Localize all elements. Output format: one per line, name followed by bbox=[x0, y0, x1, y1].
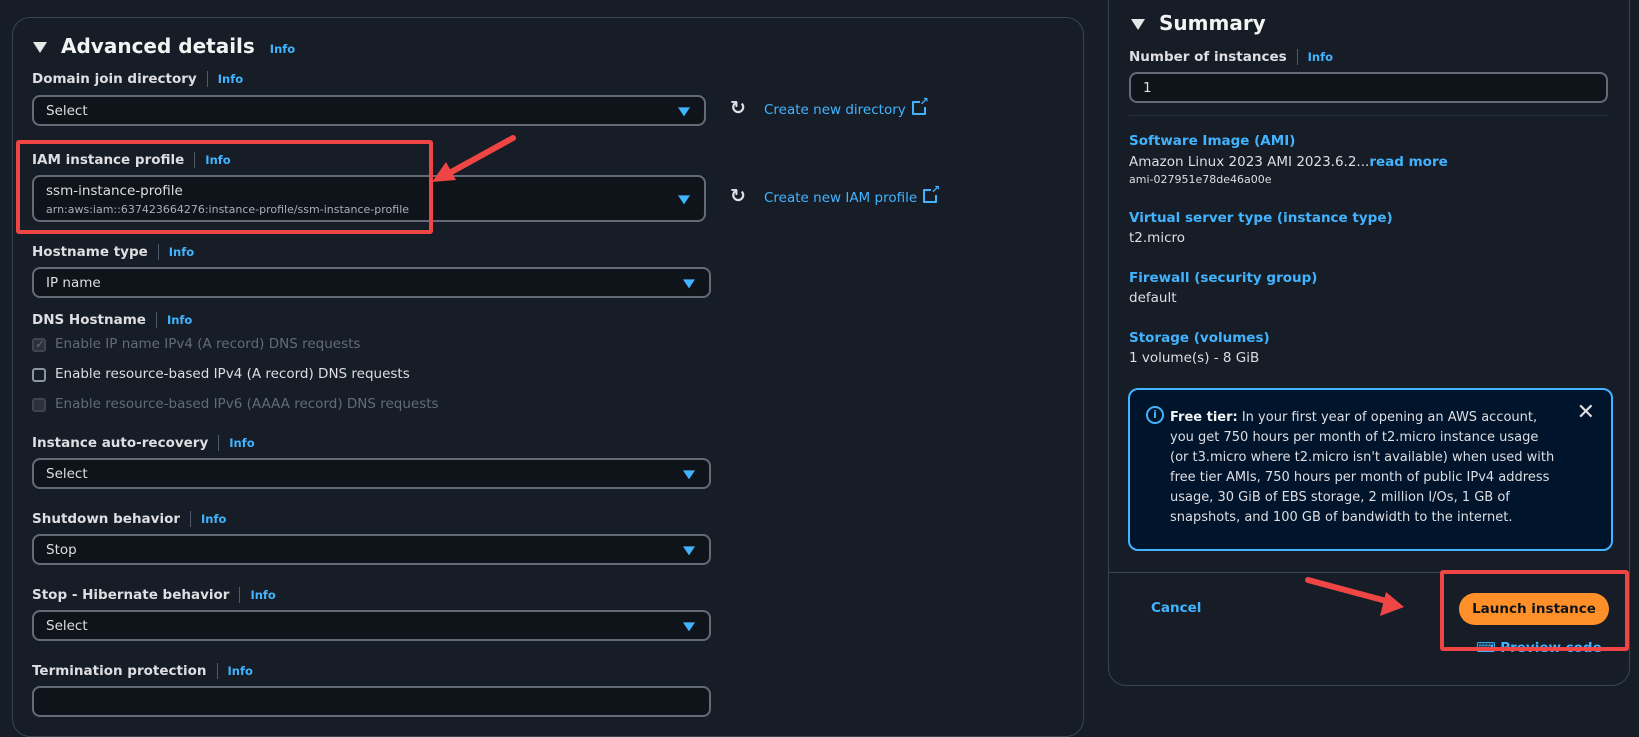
annotation-arrow-icon bbox=[1305, 577, 1404, 616]
shutdown-behavior-select[interactable]: Stop bbox=[32, 534, 711, 565]
info-link[interactable]: Info bbox=[228, 664, 253, 678]
firewall-link[interactable]: Firewall (security group) bbox=[1129, 270, 1317, 286]
external-link-icon bbox=[923, 184, 940, 203]
hostname-type-label: Hostname type Info bbox=[32, 244, 195, 260]
checkbox-label: Enable IP name IPv4 (A record) DNS reque… bbox=[55, 336, 361, 352]
ipv4-ipname-checkbox[interactable] bbox=[32, 337, 46, 352]
summary-header[interactable]: Summary bbox=[1131, 11, 1266, 35]
checkbox-label: Enable resource-based IPv4 (A record) DN… bbox=[55, 366, 410, 382]
annotation-arrow-icon bbox=[432, 135, 516, 182]
info-link[interactable]: Info bbox=[1308, 50, 1333, 64]
info-link[interactable]: Info bbox=[169, 245, 194, 259]
caret-down-icon bbox=[1131, 19, 1145, 30]
section-title: Summary bbox=[1159, 11, 1266, 35]
auto-recovery-select[interactable]: Select bbox=[32, 458, 711, 489]
close-icon[interactable]: ✕ bbox=[1577, 400, 1595, 425]
free-tier-alert: i Free tier: In your first year of openi… bbox=[1128, 388, 1613, 551]
instance-type-link[interactable]: Virtual server type (instance type) bbox=[1129, 210, 1393, 226]
resource-ipv6-checkbox[interactable] bbox=[32, 398, 46, 412]
annotation-highlight-box bbox=[1440, 570, 1629, 651]
storage-link[interactable]: Storage (volumes) bbox=[1129, 330, 1270, 346]
info-link[interactable]: Info bbox=[229, 436, 254, 450]
auto-recovery-label: Instance auto-recovery Info bbox=[32, 435, 255, 451]
advanced-details-header[interactable]: Advanced details Info bbox=[33, 34, 295, 58]
ami-link[interactable]: Software Image (AMI) bbox=[1129, 133, 1295, 149]
termination-protection-label: Termination protection Info bbox=[32, 663, 253, 679]
num-instances-label: Number of instances Info bbox=[1129, 49, 1334, 65]
firewall-value: default bbox=[1129, 290, 1177, 306]
create-new-directory-link[interactable]: Create new directory bbox=[764, 96, 929, 118]
caret-down-icon bbox=[683, 621, 695, 631]
caret-down-icon bbox=[683, 545, 695, 555]
hostname-type-select[interactable]: IP name bbox=[32, 267, 711, 298]
caret-down-icon bbox=[678, 106, 690, 116]
divider bbox=[1129, 115, 1608, 116]
cancel-button[interactable]: Cancel bbox=[1151, 600, 1201, 616]
ami-value: Amazon Linux 2023 AMI 2023.6.2...read mo… bbox=[1129, 154, 1448, 170]
info-circle-icon: i bbox=[1146, 406, 1164, 424]
domain-join-select[interactable]: Select bbox=[32, 95, 706, 126]
domain-join-label: Domain join directory Info bbox=[32, 71, 244, 87]
checkbox-label: Enable resource-based IPv6 (AAAA record)… bbox=[55, 396, 439, 412]
hibernate-behavior-label: Stop - Hibernate behavior Info bbox=[32, 587, 276, 603]
dns-hostname-label: DNS Hostname Info bbox=[32, 312, 193, 328]
info-link[interactable]: Info bbox=[218, 72, 243, 86]
info-link[interactable]: Info bbox=[250, 588, 275, 602]
instance-type-value: t2.micro bbox=[1129, 230, 1186, 246]
caret-down-icon bbox=[678, 194, 690, 204]
refresh-icon[interactable]: ↻ bbox=[730, 97, 746, 119]
annotation-highlight-box bbox=[16, 140, 433, 234]
caret-down-icon bbox=[683, 469, 695, 479]
read-more-link[interactable]: read more bbox=[1369, 154, 1447, 170]
shutdown-behavior-label: Shutdown behavior Info bbox=[32, 511, 227, 527]
create-new-iam-profile-link[interactable]: Create new IAM profile bbox=[764, 184, 940, 206]
info-link[interactable]: Info bbox=[270, 42, 295, 56]
refresh-icon[interactable]: ↻ bbox=[730, 185, 746, 207]
hibernate-behavior-select[interactable]: Select bbox=[32, 610, 711, 641]
storage-value: 1 volume(s) - 8 GiB bbox=[1129, 350, 1260, 366]
section-title: Advanced details bbox=[61, 34, 255, 58]
num-instances-input[interactable]: 1 bbox=[1129, 72, 1608, 103]
info-link[interactable]: Info bbox=[201, 512, 226, 526]
caret-down-icon bbox=[683, 278, 695, 288]
info-link[interactable]: Info bbox=[167, 313, 192, 327]
free-tier-text: Free tier: In your first year of opening… bbox=[1170, 410, 1555, 525]
caret-down-icon bbox=[33, 42, 47, 53]
resource-ipv4-checkbox[interactable] bbox=[32, 368, 46, 382]
ami-id: ami-027951e78de46a00e bbox=[1129, 173, 1272, 186]
external-link-icon bbox=[911, 96, 929, 115]
termination-protection-select[interactable] bbox=[32, 686, 711, 717]
